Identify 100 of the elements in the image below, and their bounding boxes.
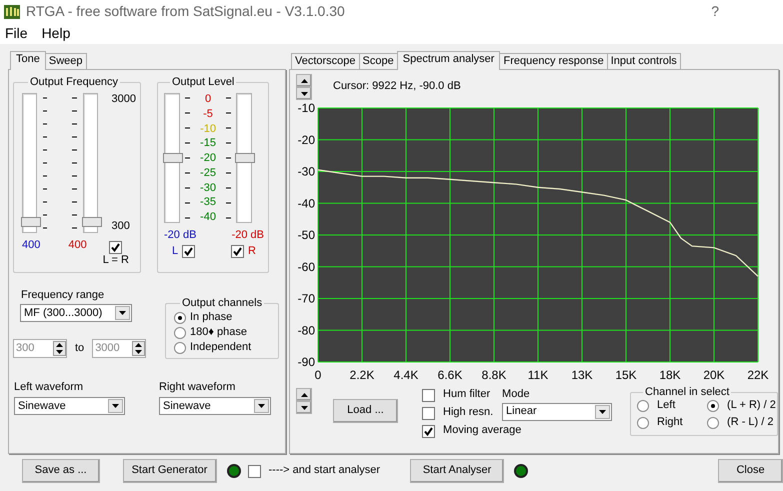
field-label: Left waveform [14,381,84,394]
radio-button[interactable] [174,326,186,338]
axis-label: 22K [747,368,769,382]
down-arrow-icon [300,406,308,410]
dropdown[interactable]: Sinewave [14,397,125,416]
axis-label: 13K [571,368,593,382]
vertical-slider[interactable] [164,93,180,223]
scale-label: -20 [200,152,216,164]
checkbox-label: Hum filter [443,388,490,402]
checkbox-label: R [248,245,256,258]
radio-button[interactable] [637,400,650,412]
checkbox-label: Moving average [443,424,522,438]
scroll-down-button[interactable] [296,401,312,414]
up-arrow-icon [300,78,308,82]
axis-label: 6.6K [438,368,462,382]
dropdown-arrow-icon [599,410,606,414]
axis-label: -50 [298,228,315,242]
checkbox[interactable] [248,464,260,478]
radio-button[interactable] [174,342,186,354]
field-label: Right waveform [159,381,236,394]
scroll-up-button[interactable] [296,388,312,401]
field-label: Mode [502,387,531,402]
radio-button[interactable] [637,416,650,429]
axis-label: -40 [298,196,315,210]
axis-label: 15K [615,368,637,382]
tab[interactable]: Tone [10,51,46,70]
dropdown-arrow-icon [258,404,265,408]
axis-label: -80 [298,323,315,338]
radio-button[interactable] [707,416,720,429]
axis-label: -20 [298,132,315,147]
level-value: -20 dB [164,229,196,242]
tab[interactable]: Input controls [606,53,681,69]
vertical-slider[interactable] [236,93,252,223]
start-analyser-button[interactable]: Start Analyser [410,459,504,483]
load-button[interactable]: Load ... [333,399,398,423]
checkbox-label: ----> and start analyser [268,464,380,478]
dropdown-arrow-icon [119,311,126,316]
tab[interactable]: Frequency response [499,53,608,69]
cursor-readout: Cursor: 9922 Hz, -90.0 dB [333,80,461,94]
save-button[interactable]: Save as ... [22,459,100,483]
scale-label: 0 [204,93,212,105]
axis-label: 4.4K [394,368,418,382]
tab[interactable]: Spectrum analyser [396,51,500,70]
frequency-value: 400 [68,239,87,252]
slider-thumb[interactable] [163,153,183,163]
field-label: Frequency range [21,289,106,302]
scale-label: -30 [200,182,216,194]
status-led [226,464,240,478]
window-title: RTGA - free software from SatSignal.eu - V3.1.0.30 [26,2,345,20]
radio-label: In phase [190,310,232,324]
scale-label: -25 [200,166,216,179]
checkbox-label: High resn. [443,406,494,420]
radio-label: (R - L) / 2 [727,416,774,430]
axis-label: -10 [298,101,315,115]
axis-label: -70 [298,292,315,306]
help-button[interactable]: ? [711,2,719,20]
dropdown[interactable]: Linear [502,403,612,421]
close-button[interactable]: Close [718,459,783,483]
checkbox-label: L = R [102,254,129,268]
dropdown[interactable]: MF (300...3000) [20,304,132,322]
start-generator-button[interactable]: Start Generator [122,459,216,483]
slider-thumb[interactable] [235,153,255,163]
checkbox[interactable] [109,241,122,254]
status-led [514,464,528,478]
menu-item[interactable]: Help [42,24,70,42]
radio-label: 180♦ phase [190,326,247,340]
tab[interactable]: Sweep [44,53,86,69]
dropdown[interactable]: Sinewave [159,397,271,416]
checkbox-label: L [172,245,178,258]
radio-label: Left [657,399,676,412]
scroll-up-button[interactable] [296,74,312,87]
scroll-down-button[interactable] [296,87,312,100]
range-separator: to [75,342,84,356]
tab[interactable]: Vectorscope [291,53,360,69]
menu-item[interactable]: File [5,24,28,42]
checkbox[interactable] [422,424,436,438]
slider-thumb[interactable] [21,216,41,227]
tab[interactable]: Scope [358,53,398,69]
spinner-arrows-icon [132,341,146,356]
axis-label: 2.2K [350,368,374,382]
axis-label: 0 [314,368,322,382]
scale-label: -5 [203,108,213,120]
group-title: Output channels [181,297,264,310]
axis-label: -90 [298,355,315,369]
radio-button[interactable] [707,400,720,412]
group-title: Channel in select [644,386,730,399]
frequency-value: 400 [22,239,40,252]
down-arrow-icon [300,92,308,96]
checkbox[interactable] [231,245,244,258]
slider-thumb[interactable] [82,216,102,227]
axis-label: 11K [528,368,548,382]
axis-label: -30 [298,164,315,178]
radio-button[interactable] [174,312,186,324]
up-arrow-icon [300,392,308,396]
axis-label: 18K [659,368,681,382]
checkbox[interactable] [422,388,436,402]
axis-label: 8.8K [482,368,506,382]
checkbox[interactable] [422,406,436,420]
checkbox[interactable] [182,245,196,258]
axis-label: 20K [703,368,725,382]
